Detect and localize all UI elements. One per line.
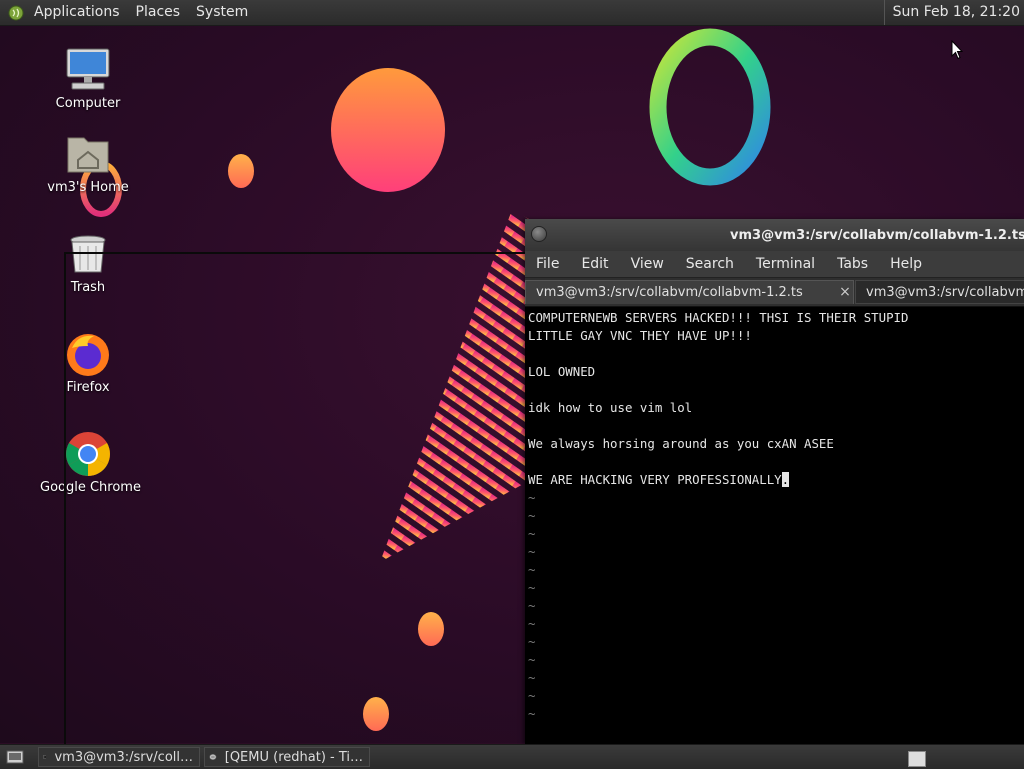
vim-empty-line: ~ — [528, 490, 536, 505]
firefox-icon — [64, 330, 112, 378]
terminal-line: LITTLE GAY VNC THEY HAVE UP!!! — [528, 328, 752, 343]
vim-empty-line: ~ — [528, 598, 536, 613]
menu-help[interactable]: Help — [879, 251, 933, 277]
tab-label: vm3@vm3:/srv/collabvm/c — [866, 285, 1024, 300]
terminal-line: LOL OWNED — [528, 364, 596, 379]
menu-file[interactable]: File — [525, 251, 570, 277]
vim-empty-line: ~ — [528, 706, 536, 721]
clock[interactable]: Sun Feb 18, 21:20 — [883, 0, 1024, 25]
show-desktop-icon[interactable] — [6, 750, 24, 764]
desktop-icon-firefox[interactable]: Firefox — [40, 330, 136, 395]
menu-search[interactable]: Search — [675, 251, 745, 277]
terminal-line: We always horsing around as you cxAN ASE… — [528, 436, 834, 451]
menu-edit[interactable]: Edit — [570, 251, 619, 277]
menu-places[interactable]: Places — [128, 0, 189, 25]
tab-label: vm3@vm3:/srv/collabvm/collabvm-1.2.ts — [536, 285, 803, 300]
top-panel: Applications Places System Sun Feb 18, 2… — [0, 0, 1024, 26]
terminal-line: COMPUTERNEWB SERVERS HACKED!!! THSI IS T… — [528, 310, 909, 325]
desktop-icon-label: Firefox — [66, 380, 110, 395]
taskbar-item-qemu[interactable]: [QEMU (redhat) - Ti… — [204, 747, 370, 767]
menu-tabs[interactable]: Tabs — [826, 251, 879, 277]
desktop-icon-trash[interactable]: Trash — [40, 230, 136, 295]
computer-icon — [64, 46, 112, 94]
chrome-icon — [64, 430, 112, 478]
mouse-pointer-icon — [951, 40, 963, 60]
menu-applications[interactable]: Applications — [26, 0, 128, 25]
qemu-icon — [209, 753, 217, 761]
desktop-icon-label: vm3's Home — [47, 180, 129, 195]
vim-empty-line: ~ — [528, 670, 536, 685]
terminal-window[interactable]: vm3@vm3:/srv/collabvm/collabvm-1.2.ts Fi… — [525, 219, 1024, 744]
bottom-panel: vm3@vm3:/srv/coll… [QEMU (redhat) - Ti… — [0, 744, 1024, 769]
vim-empty-line: ~ — [528, 634, 536, 649]
trash-icon — [64, 230, 112, 278]
terminal-menubar: File Edit View Search Terminal Tabs Help — [525, 251, 1024, 278]
menu-view[interactable]: View — [620, 251, 675, 277]
desktop-icon-computer[interactable]: Computer — [40, 46, 136, 111]
home-folder-icon — [64, 130, 112, 178]
tab-inactive[interactable]: vm3@vm3:/srv/collabvm/c — [855, 280, 1024, 304]
terminal-icon — [43, 755, 47, 759]
desktop-icon-label: Google Chrome — [40, 480, 141, 495]
desktop-icon-chrome[interactable]: Google Chrome — [40, 430, 141, 495]
vim-empty-line: ~ — [528, 688, 536, 703]
vim-empty-line: ~ — [528, 616, 536, 631]
vim-empty-line: ~ — [528, 526, 536, 541]
menu-system[interactable]: System — [188, 0, 256, 25]
vim-empty-line: ~ — [528, 580, 536, 595]
window-menu-button[interactable] — [531, 226, 547, 242]
vim-empty-line: ~ — [528, 508, 536, 523]
terminal-line: idk how to use vim lol — [528, 400, 693, 415]
mate-logo-icon[interactable] — [8, 5, 24, 21]
vim-empty-line: ~ — [528, 652, 536, 667]
taskbar-label: vm3@vm3:/srv/coll… — [54, 749, 193, 765]
terminal-line: WE ARE HACKING VERY PROFESSIONALLY. — [528, 472, 790, 487]
desktop-icon-label: Trash — [70, 280, 106, 295]
terminal-output[interactable]: COMPUTERNEWB SERVERS HACKED!!! THSI IS T… — [525, 307, 1024, 744]
menu-terminal[interactable]: Terminal — [745, 251, 826, 277]
text-cursor: . — [781, 472, 790, 487]
vim-empty-line: ~ — [528, 544, 536, 559]
desktop-icon-label: Computer — [55, 96, 121, 111]
tab-close-icon[interactable]: × — [837, 280, 853, 304]
window-title: vm3@vm3:/srv/collabvm/collabvm-1.2.ts — [730, 228, 1024, 243]
vim-empty-line: ~ — [528, 562, 536, 577]
terminal-tab-bar: vm3@vm3:/srv/collabvm/collabvm-1.2.ts × … — [525, 278, 1024, 307]
tab-active[interactable]: vm3@vm3:/srv/collabvm/collabvm-1.2.ts — [525, 280, 854, 304]
taskbar-item-terminal[interactable]: vm3@vm3:/srv/coll… — [38, 747, 200, 767]
desktop-icon-home[interactable]: vm3's Home — [40, 130, 136, 195]
taskbar-label: [QEMU (redhat) - Ti… — [224, 749, 363, 765]
window-titlebar[interactable]: vm3@vm3:/srv/collabvm/collabvm-1.2.ts — [525, 219, 1024, 251]
workspace-switcher[interactable] — [908, 751, 926, 767]
